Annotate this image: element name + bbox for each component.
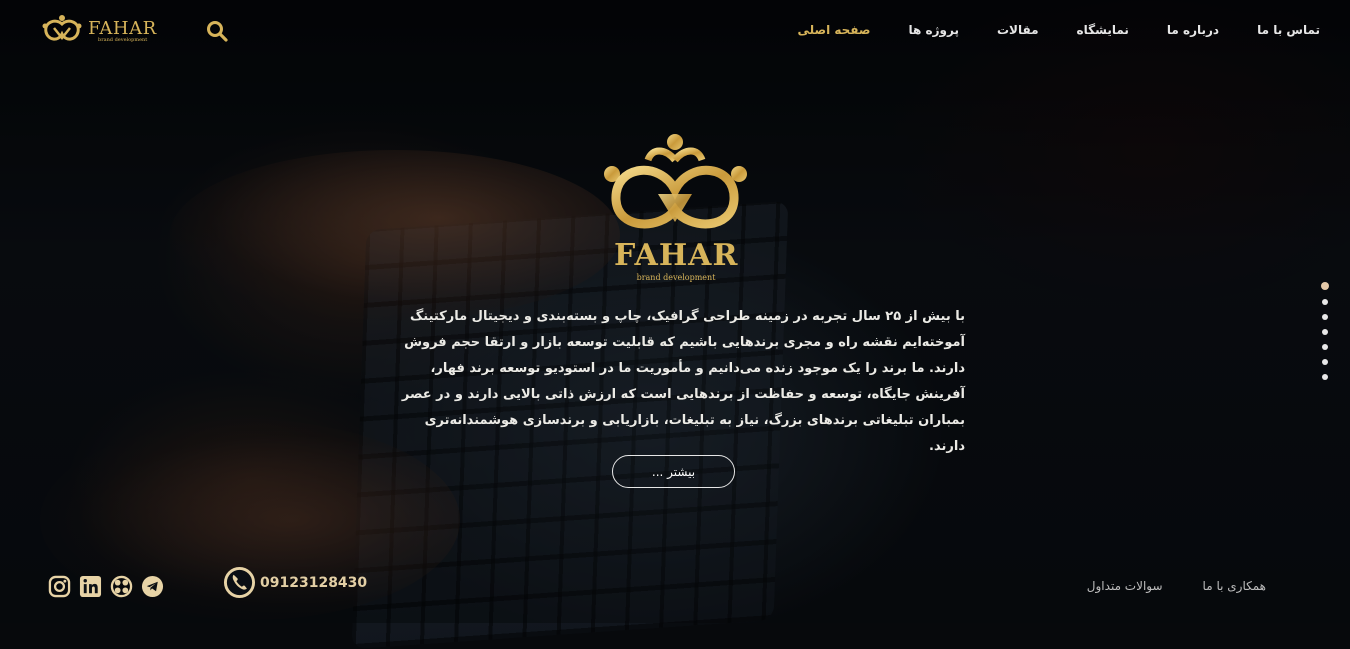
logo[interactable]: FAHAR brand development <box>40 14 157 48</box>
header: FAHAR brand development صفحه اصلی پروژه … <box>0 0 1350 64</box>
search-button[interactable] <box>206 20 228 42</box>
footer-link-faq[interactable]: سوالات متداول <box>1087 579 1163 593</box>
footer-links: همکاری با ما سوالات متداول <box>1087 579 1266 593</box>
phone-number: 09123128430 <box>260 574 368 591</box>
logo-name: FAHAR <box>88 17 157 39</box>
section-pagination <box>1321 282 1329 380</box>
aparat-icon[interactable] <box>110 575 133 598</box>
hero-description: با بیش از ۲۵ سال تجربه در زمینه طراحی گر… <box>401 309 965 454</box>
pagination-dot[interactable] <box>1322 374 1328 380</box>
pagination-dot[interactable] <box>1322 314 1328 320</box>
search-icon <box>207 21 228 42</box>
nav-articles[interactable]: مقالات <box>997 23 1039 37</box>
nav-contact[interactable]: تماس با ما <box>1257 23 1320 37</box>
more-button[interactable]: بیشتر ... <box>612 455 735 488</box>
pagination-dot[interactable] <box>1322 344 1328 350</box>
social-links <box>48 575 164 598</box>
pagination-dot[interactable] <box>1322 299 1328 305</box>
nav-about[interactable]: درباره ما <box>1167 23 1219 37</box>
instagram-icon[interactable] <box>48 575 71 598</box>
hero-logo: FAHAR brand development <box>600 130 750 285</box>
fahar-emblem-icon <box>42 15 82 41</box>
logo-tagline: brand development <box>98 36 148 43</box>
phone-icon <box>223 566 256 599</box>
pagination-dot[interactable] <box>1321 282 1329 290</box>
nav-projects[interactable]: پروژه ها <box>909 23 959 37</box>
telegram-icon[interactable] <box>141 575 164 598</box>
pagination-dot[interactable] <box>1322 329 1328 335</box>
main-nav: صفحه اصلی پروژه ها مقالات نمایشگاه دربار… <box>797 23 1320 37</box>
pagination-dot[interactable] <box>1322 359 1328 365</box>
linkedin-icon[interactable] <box>79 575 102 598</box>
phone-contact[interactable]: 09123128430 <box>223 566 367 599</box>
nav-exhibition[interactable]: نمایشگاه <box>1077 23 1129 37</box>
nav-home[interactable]: صفحه اصلی <box>797 23 870 37</box>
footer-link-cooperate[interactable]: همکاری با ما <box>1203 579 1266 593</box>
hero-logo-tagline: brand development <box>636 273 716 282</box>
hero-logo-name: FAHAR <box>614 238 739 273</box>
